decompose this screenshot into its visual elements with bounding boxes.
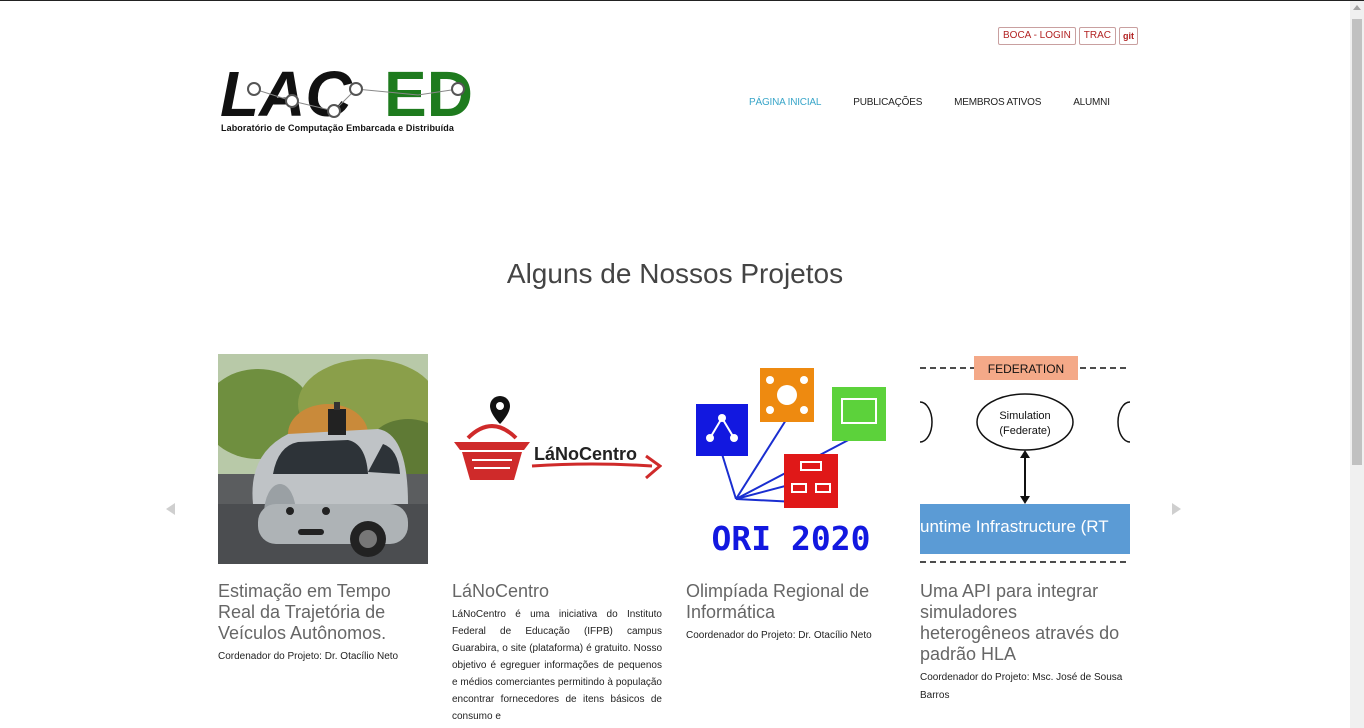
scrollbar-thumb[interactable] (1352, 19, 1362, 465)
logo-node (451, 82, 465, 96)
lanocentro-logo-image: LáNoCentro (452, 354, 662, 564)
rti-label: untime Infrastructure (RT (920, 517, 1109, 536)
nav-alumni[interactable]: ALUMNI (1073, 97, 1110, 108)
lanocentro-logo-text: LáNoCentro (534, 444, 637, 464)
project-description: LáNoCentro é uma iniciativa do Instituto… (452, 609, 662, 722)
federation-label: FEDERATION (988, 362, 1064, 376)
trac-button[interactable]: TRAC (1078, 27, 1117, 45)
project-card[interactable]: ORI 2020 Olimpíada Regional de Informáti… (686, 354, 896, 645)
hla-federation-diagram: FEDERATION Simulation (Federate) untime … (920, 354, 1130, 564)
logo-node (349, 82, 363, 96)
ori-2020-text: ORI 2020 (712, 519, 871, 558)
project-title[interactable]: Uma API para integrar simuladores hetero… (920, 581, 1130, 665)
external-links: BOCA - LOGIN TRAC git (998, 27, 1139, 45)
boca-login-button[interactable]: BOCA - LOGIN (998, 27, 1076, 45)
carousel-next-icon[interactable] (1172, 503, 1181, 515)
nav-active-members[interactable]: MEMBROS ATIVOS (954, 97, 1041, 108)
logo-node (285, 94, 299, 108)
project-coordinator: Coordenador do Projeto: Dr. Otacílio Net… (686, 630, 872, 641)
section-title: Alguns de Nossos Projetos (506, 258, 844, 289)
window-top-border (0, 0, 1364, 1)
scroll-up-icon[interactable] (1353, 5, 1361, 10)
project-card[interactable]: LáNoCentro LáNoCentro LáNoCentro é uma i… (452, 354, 662, 725)
project-title[interactable]: Olimpíada Regional de Informática (686, 581, 896, 623)
simulation-label: Simulation (999, 410, 1050, 422)
federate-label: (Federate) (999, 425, 1050, 437)
ori-2020-image: ORI 2020 (686, 354, 896, 564)
vertical-scrollbar[interactable] (1350, 1, 1364, 728)
project-coordinator: Coordenador do Projeto: Msc. José de Sou… (920, 672, 1123, 701)
project-title[interactable]: LáNoCentro (452, 581, 662, 602)
project-title[interactable]: Estimação em Tempo Real da Trajetória de… (218, 581, 428, 644)
project-coordinator: Cordenador do Projeto: Dr. Otacílio Neto (218, 651, 399, 662)
project-card[interactable]: FEDERATION Simulation (Federate) untime … (920, 354, 1130, 705)
project-card[interactable]: Estimação em Tempo Real da Trajetória de… (218, 354, 428, 666)
laced-logo-graphic: LAC ED (220, 58, 473, 130)
logo-caption: Laboratório de Computação Embarcada e Di… (221, 123, 454, 133)
nav-home[interactable]: PÁGINA INICIAL (749, 97, 821, 108)
logo-node (327, 104, 341, 118)
autonomous-car-image (218, 354, 428, 564)
main-nav: PÁGINA INICIAL PUBLICAÇÕES MEMBROS ATIVO… (749, 97, 1110, 108)
carousel-prev-icon[interactable] (166, 503, 175, 515)
git-button[interactable]: git (1119, 27, 1139, 45)
nav-publications[interactable]: PUBLICAÇÕES (853, 97, 922, 108)
logo-node (247, 82, 261, 96)
